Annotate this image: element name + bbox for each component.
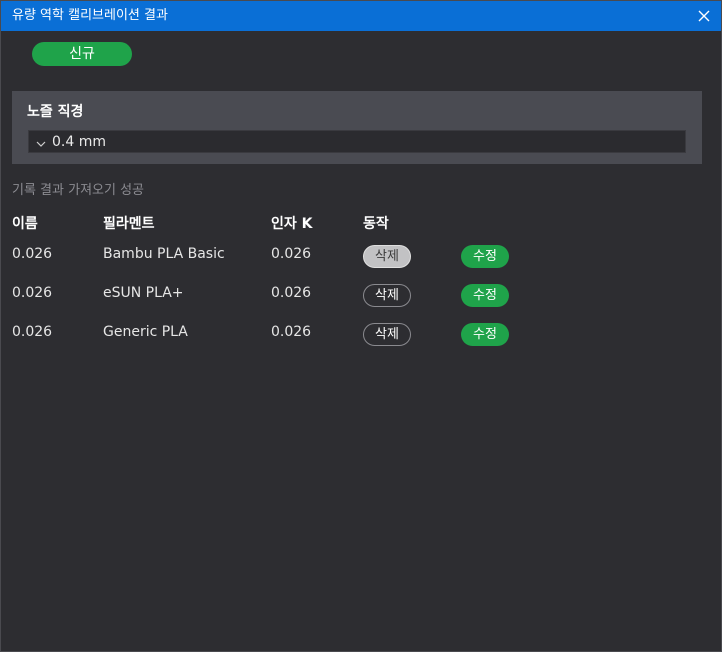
row-name: 0.026 — [12, 246, 53, 262]
close-icon[interactable] — [693, 5, 715, 27]
row-filament: Bambu PLA Basic — [103, 246, 225, 262]
edit-button[interactable]: 수정 — [461, 245, 509, 268]
new-button[interactable]: 신규 — [32, 42, 132, 66]
row-filament: eSUN PLA+ — [103, 285, 184, 301]
status-message: 기록 결과 가져오기 성공 — [12, 183, 144, 198]
window-title: 유량 역학 캘리브레이션 결과 — [12, 8, 168, 23]
column-header-name: 이름 — [12, 216, 38, 232]
delete-button[interactable]: 삭제 — [363, 245, 411, 268]
column-header-filament: 필라멘트 — [103, 216, 155, 232]
row-name: 0.026 — [12, 324, 53, 340]
nozzle-diameter-value: 0.4 mm — [52, 134, 106, 150]
delete-button[interactable]: 삭제 — [363, 323, 411, 346]
edit-button[interactable]: 수정 — [461, 284, 509, 307]
nozzle-diameter-label: 노즐 직경 — [27, 104, 84, 120]
row-factor-k: 0.026 — [271, 285, 312, 301]
title-bar: 유량 역학 캘리브레이션 결과 — [1, 1, 721, 31]
row-name: 0.026 — [12, 285, 53, 301]
edit-button[interactable]: 수정 — [461, 323, 509, 346]
row-filament: Generic PLA — [103, 324, 188, 340]
row-factor-k: 0.026 — [271, 324, 312, 340]
column-header-factor-k: 인자 K — [271, 216, 313, 232]
delete-button[interactable]: 삭제 — [363, 284, 411, 307]
chevron-down-icon — [35, 135, 47, 147]
nozzle-diameter-panel: 노즐 직경 0.4 mm — [12, 91, 702, 164]
column-header-action: 동작 — [363, 216, 389, 232]
calibration-results-window: 유량 역학 캘리브레이션 결과 신규 노즐 직경 0.4 mm 기록 결과 가져… — [0, 0, 722, 652]
nozzle-diameter-select[interactable]: 0.4 mm — [28, 130, 686, 153]
row-factor-k: 0.026 — [271, 246, 312, 262]
